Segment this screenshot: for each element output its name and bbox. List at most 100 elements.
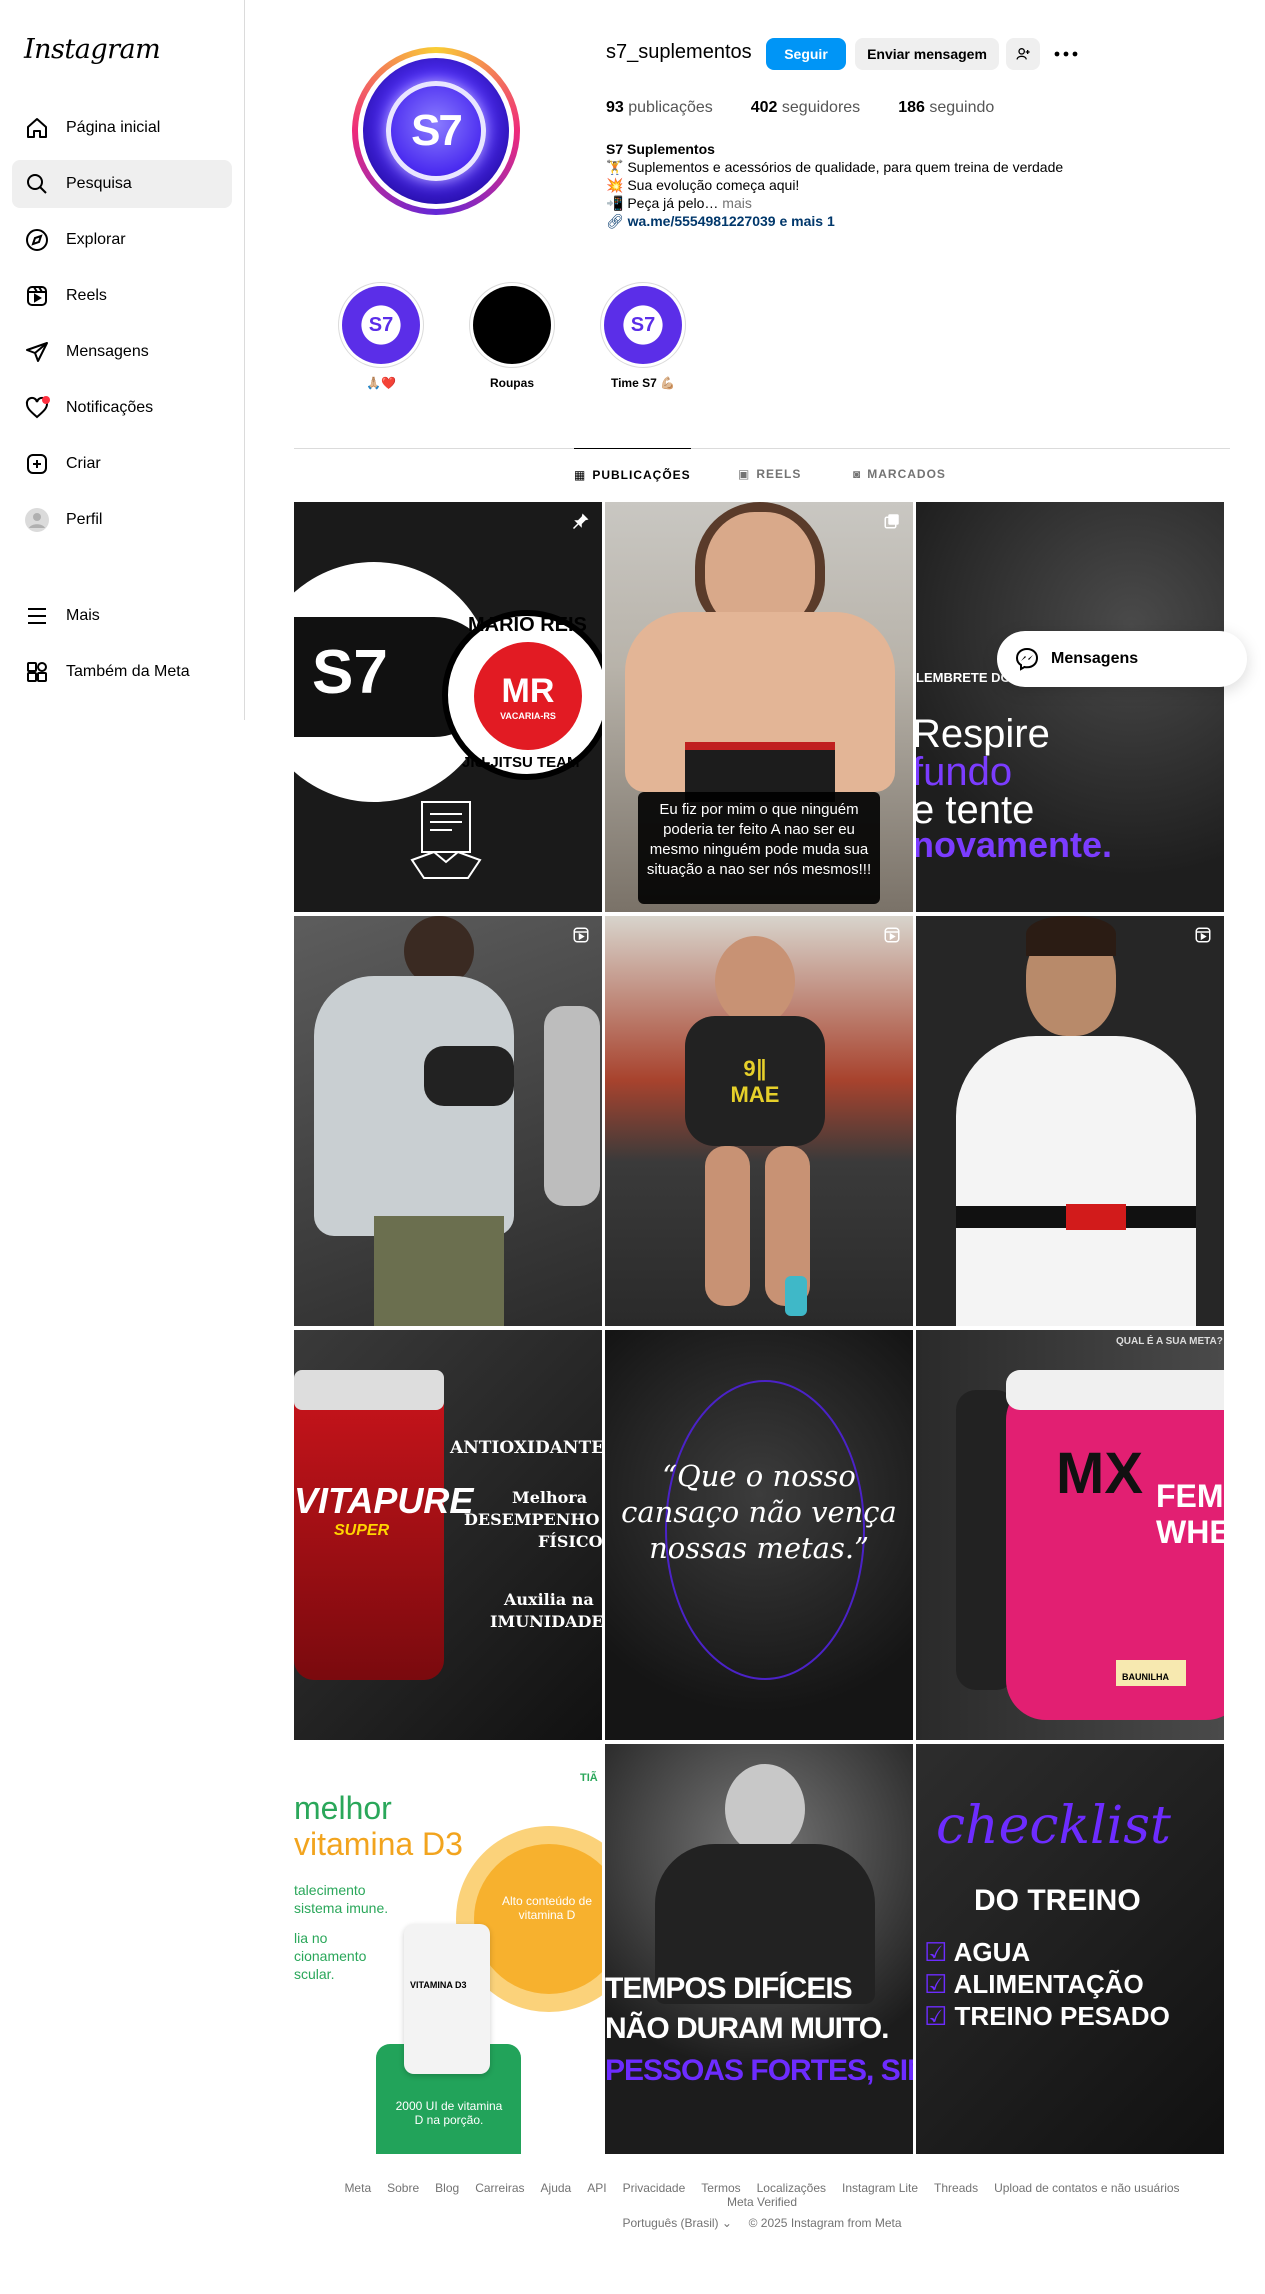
story-highlight[interactable]: S7 🙏🏼❤️	[336, 282, 426, 390]
sidebar-item-more[interactable]: Mais	[12, 592, 232, 640]
post-text: VITAMINA D3	[410, 1980, 467, 1990]
profile-avatar[interactable]: S7	[352, 47, 520, 215]
sidebar-item-label: Notificações	[66, 399, 154, 416]
footer-link[interactable]: Meta	[344, 2181, 371, 2195]
post-tile[interactable]: “Que o nosso cansaço não vença nossas me…	[605, 1330, 913, 1740]
copyright-text: © 2025 Instagram from Meta	[748, 2216, 902, 2230]
post-tile[interactable]: 9∥ MAE	[605, 916, 913, 1326]
post-text: melhor	[294, 1790, 392, 1826]
notification-dot	[42, 396, 50, 404]
link-icon: 🔗︎	[606, 213, 628, 229]
post-quote: “Que o nosso cansaço não vença nossas me…	[621, 1459, 897, 1565]
options-button[interactable]	[1050, 40, 1082, 68]
post-text: S7	[312, 638, 388, 707]
post-tile[interactable]: QUAL É A SUA META? MX FEMME WHEY BAUNILH…	[916, 1330, 1224, 1740]
check-icon: ☑	[924, 1937, 948, 1967]
post-text: DESEMPENHO	[464, 1510, 600, 1529]
post-text: MR	[501, 671, 555, 710]
bio-more-link[interactable]: mais	[718, 195, 752, 211]
followers-count[interactable]: 402 seguidores	[751, 99, 860, 117]
reels-icon	[573, 927, 589, 943]
post-text: sistema imune.	[294, 1900, 389, 1916]
post-text: BAUNILHA	[1116, 1660, 1186, 1686]
post-tile[interactable]	[916, 916, 1224, 1326]
footer-link[interactable]: Threads	[934, 2181, 978, 2195]
sidebar-item-label: Perfil	[66, 511, 103, 528]
post-tile[interactable]: melhor vitamina D3 talecimento sistema i…	[294, 1744, 602, 2154]
sidebar-item-label: Pesquisa	[66, 175, 132, 192]
language-select[interactable]: Português (Brasil)	[622, 2216, 718, 2230]
suggest-similar-button[interactable]	[1006, 38, 1040, 70]
footer-link[interactable]: Ajuda	[541, 2181, 572, 2195]
add-person-icon	[1016, 48, 1030, 60]
footer-link[interactable]: Sobre	[387, 2181, 419, 2195]
story-highlight[interactable]: S7 Time S7 💪🏼	[598, 282, 688, 390]
send-message-button[interactable]: Enviar mensagem	[855, 38, 999, 70]
sidebar-item-reels[interactable]: Reels	[12, 272, 232, 320]
chevron-down-icon[interactable]: ⌄	[722, 2216, 732, 2230]
tab-posts[interactable]: ▦ PUBLICAÇÕES	[574, 448, 691, 500]
post-text: 9∥ MAE	[730, 1056, 780, 1107]
reels-icon: ▣	[738, 467, 751, 481]
menu-icon	[24, 603, 50, 629]
post-text: VACARIA-RS	[500, 710, 556, 721]
post-tile[interactable]: S7 MARIO REIS MR VACARIA-RS JIU-JITSU TE…	[294, 502, 602, 912]
tab-reels[interactable]: ▣ REELS	[738, 448, 801, 500]
sidebar-item-label: Explorar	[66, 231, 126, 248]
sidebar-item-profile[interactable]: Perfil	[12, 496, 232, 544]
sidebar-item-messages[interactable]: Mensagens	[12, 328, 232, 376]
post-tile[interactable]: TEMPOS DIFÍCEIS NÃO DURAM MUITO. PESSOAS…	[605, 1744, 913, 2154]
floating-messages-button[interactable]: Mensagens	[997, 631, 1247, 687]
check-icon: ☑	[924, 1969, 948, 1999]
post-tile[interactable]	[294, 916, 602, 1326]
more-dots-icon	[1054, 51, 1078, 57]
sidebar-item-home[interactable]: Página inicial	[12, 104, 232, 152]
post-text: talecimento	[294, 1882, 366, 1898]
post-tile[interactable]: VITAPURE SUPER ANTIOXIDANTE Melhora DESE…	[294, 1330, 602, 1740]
post-tile[interactable]: checklist DO TREINO ☑ AGUA ☑ ALIMENTAÇÃO…	[916, 1744, 1224, 2154]
instagram-logo[interactable]: Instagram	[24, 34, 161, 65]
sidebar-item-search[interactable]: Pesquisa	[12, 160, 232, 208]
reels-icon	[1195, 927, 1211, 943]
post-text: MARIO REIS	[468, 614, 587, 636]
following-count[interactable]: 186 seguindo	[898, 99, 994, 117]
sidebar-item-create[interactable]: Criar	[12, 440, 232, 488]
bio-external-link[interactable]: wa.me/5554981227039 e mais 1	[628, 213, 835, 229]
story-highlight[interactable]: Roupas	[467, 282, 557, 390]
tab-tagged[interactable]: ◙ MARCADOS	[853, 448, 946, 500]
footer-link[interactable]: Blog	[435, 2181, 459, 2195]
footer-link[interactable]: Instagram Lite	[842, 2181, 918, 2195]
footer-link[interactable]: Termos	[701, 2181, 740, 2195]
footer-link[interactable]: Meta Verified	[727, 2195, 797, 2209]
sidebar-item-explore[interactable]: Explorar	[12, 216, 232, 264]
tagged-icon: ◙	[853, 467, 862, 481]
footer-link[interactable]: Privacidade	[623, 2181, 686, 2195]
sidebar-item-label: Página inicial	[66, 119, 161, 136]
footer-link[interactable]: Localizações	[757, 2181, 826, 2195]
check-icon: ☑	[924, 2001, 948, 2031]
post-text: checklist	[936, 1796, 1171, 1856]
footer-bottom: Português (Brasil) ⌄ © 2025 Instagram fr…	[294, 2216, 1230, 2230]
post-text: ALIMENTAÇÃO	[953, 1969, 1144, 1999]
footer-link[interactable]: Carreiras	[475, 2181, 524, 2195]
bio-line: 💥 Sua evolução começa aqui!	[606, 177, 800, 193]
post-text: IMUNIDADE	[490, 1612, 602, 1631]
post-text: lia no	[294, 1930, 328, 1946]
post-tile[interactable]: Eu fiz por mim o que ninguém poderia ter…	[605, 502, 913, 912]
bio-line: 📲 Peça já pelo…	[606, 195, 719, 211]
sidebar-item-label: Reels	[66, 287, 107, 304]
sidebar-item-notifications[interactable]: Notificações	[12, 384, 232, 432]
post-text: ANTIOXIDANTE	[450, 1438, 602, 1458]
post-text: NÃO DURAM MUITO.	[605, 2012, 889, 2045]
footer-link[interactable]: Upload de contatos e não usuários	[994, 2181, 1179, 2195]
sidebar-item-label: Criar	[66, 455, 101, 472]
post-text: TIÃ	[580, 1772, 598, 1784]
post-text: Auxilia na	[504, 1590, 594, 1609]
footer-links: Meta Sobre Blog Carreiras Ajuda API Priv…	[294, 2181, 1230, 2209]
post-text: TEMPOS DIFÍCEIS	[605, 1972, 853, 2005]
highlight-label: Roupas	[489, 376, 534, 390]
follow-button[interactable]: Seguir	[766, 38, 846, 70]
sidebar-item-also-from-meta[interactable]: Também da Meta	[12, 648, 232, 696]
post-tile[interactable]: LEMBRETE DO DIA: Respire fundo e tente n…	[916, 502, 1224, 912]
footer-link[interactable]: API	[587, 2181, 606, 2195]
